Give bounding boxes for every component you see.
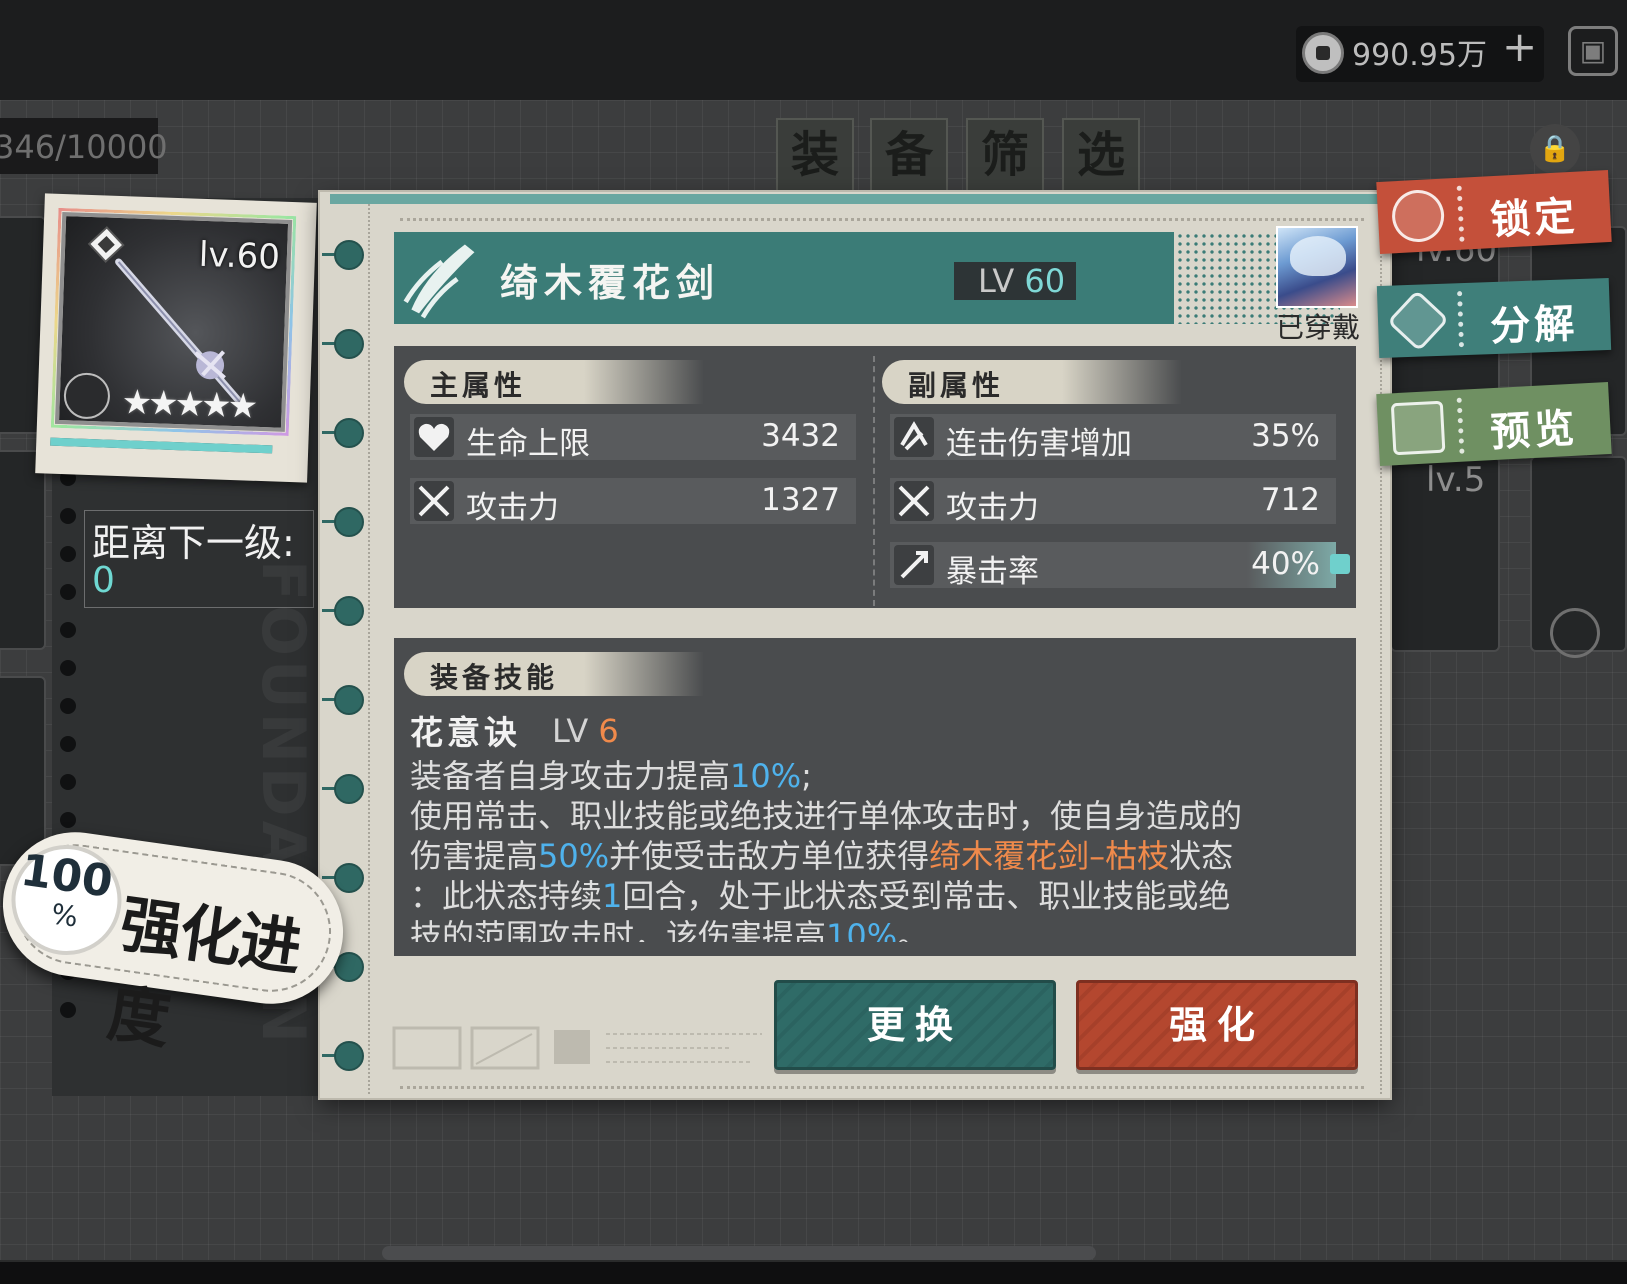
background-lock-icon: 🔒 [1530, 124, 1580, 174]
panel-margin-line [368, 204, 372, 1094]
skill-level-prefix: LV [552, 712, 589, 750]
upgrade-button[interactable]: 强化 [1076, 980, 1358, 1070]
dismantle-tab-label: 分解 [1489, 301, 1580, 351]
preview-tab-label: 预览 [1489, 405, 1580, 457]
stats-divider [873, 356, 875, 606]
lock-tab-label: 锁定 [1489, 193, 1580, 245]
bow-icon [1550, 608, 1600, 658]
filter-tile-3[interactable]: 筛 [966, 118, 1044, 192]
progress-percent-sign: % [49, 897, 81, 934]
dismantle-tab[interactable]: 分解 [1376, 277, 1612, 359]
panel-dotted-line [400, 218, 1364, 221]
stat-name: 攻击力 [946, 490, 1039, 526]
stat-name: 攻击力 [466, 490, 559, 526]
stat-lock-icon[interactable] [1330, 554, 1350, 574]
main-stats-title: 主属性 [430, 369, 527, 402]
binder-ring [334, 596, 364, 626]
next-level-value: 0 [92, 560, 115, 601]
next-level-label: 距离下一级: [92, 521, 295, 565]
inventory-counter-text: 346/10000 [0, 128, 168, 166]
crossed-swords-icon [894, 481, 934, 521]
rarity-stars: ★★★★★ [121, 382, 255, 427]
equipped-label: 已穿戴 [1276, 311, 1361, 344]
combo-icon [894, 417, 934, 457]
exp-bar-fill [50, 437, 273, 454]
filter-tile-1[interactable]: 装 [776, 118, 854, 192]
binder-ring [334, 329, 364, 359]
item-level-value: 60 [1024, 262, 1066, 300]
binder-ring [334, 240, 364, 270]
stat-value: 40% [1251, 546, 1320, 582]
heart-icon [414, 417, 454, 457]
sword-class-icon [403, 244, 475, 319]
stat-name: 暴击率 [946, 554, 1039, 590]
stat-value: 712 [1260, 482, 1320, 518]
stat-name: 连击伤害增加 [946, 426, 1132, 462]
bag-icon[interactable]: ▣ [1568, 26, 1618, 76]
preview-tab[interactable]: 预览 [1376, 381, 1612, 467]
swap-button[interactable]: 更换 [774, 980, 1056, 1070]
item-level-prefix: LV [978, 262, 1015, 300]
item-level: lv.60 [198, 234, 281, 278]
panel-top-strip [330, 194, 1388, 204]
binder-ring [334, 774, 364, 804]
skill-description-clip[interactable]: 装备者自身攻击力提高10%; 使用常击、职业技能或绝技进行单体攻击时，使自身造成… [394, 756, 1356, 942]
dismantle-icon [1386, 289, 1450, 352]
filter-tile-4[interactable]: 选 [1062, 118, 1140, 192]
background-card-level: lv.5 [1426, 460, 1486, 500]
avatar-portrait-detail [1290, 236, 1346, 276]
skill-description: 装备者自身攻击力提高10%; 使用常击、职业技能或绝技进行单体攻击时，使自身造成… [410, 757, 1243, 942]
lock-icon [1390, 188, 1446, 244]
item-level-text: LV 60 [978, 262, 1065, 300]
plus-icon[interactable]: + [1502, 26, 1537, 68]
preview-icon [1390, 400, 1446, 456]
skill-title: 装备技能 [430, 661, 559, 694]
currency-amount: 990.95万 [1352, 38, 1487, 73]
rank-diamond-icon [87, 226, 125, 263]
binder-ring [334, 1041, 364, 1071]
binder-ring [334, 418, 364, 448]
item-name: 绮木覆花剑 [500, 260, 721, 305]
coin-icon [1302, 32, 1344, 74]
panel-dotted-line [400, 1086, 1364, 1089]
stat-value: 3432 [761, 418, 840, 454]
item-photo[interactable]: lv.60 ★★★★★ [35, 193, 317, 483]
stat-name: 生命上限 [466, 426, 590, 462]
filter-tile-2[interactable]: 备 [870, 118, 948, 192]
stat-value: 1327 [761, 482, 840, 518]
exp-bar [50, 437, 273, 454]
binder-ring [334, 685, 364, 715]
lock-tab[interactable]: 锁定 [1376, 169, 1612, 255]
crit-icon [894, 545, 934, 585]
skill-level-value: 6 [598, 712, 619, 750]
background-card[interactable] [0, 450, 46, 650]
binder-ring [334, 507, 364, 537]
decorative-stamps [392, 1026, 762, 1070]
bottom-band [0, 1262, 1627, 1284]
skill-level: LV 6 [552, 712, 619, 750]
home-indicator[interactable] [382, 1246, 1096, 1260]
progress-label: 强化进度 [103, 887, 305, 1057]
skill-name: 花意诀 [410, 713, 521, 752]
sub-stats-title: 副属性 [908, 369, 1005, 402]
crossed-swords-icon [414, 481, 454, 521]
stat-value: 35% [1251, 418, 1320, 454]
